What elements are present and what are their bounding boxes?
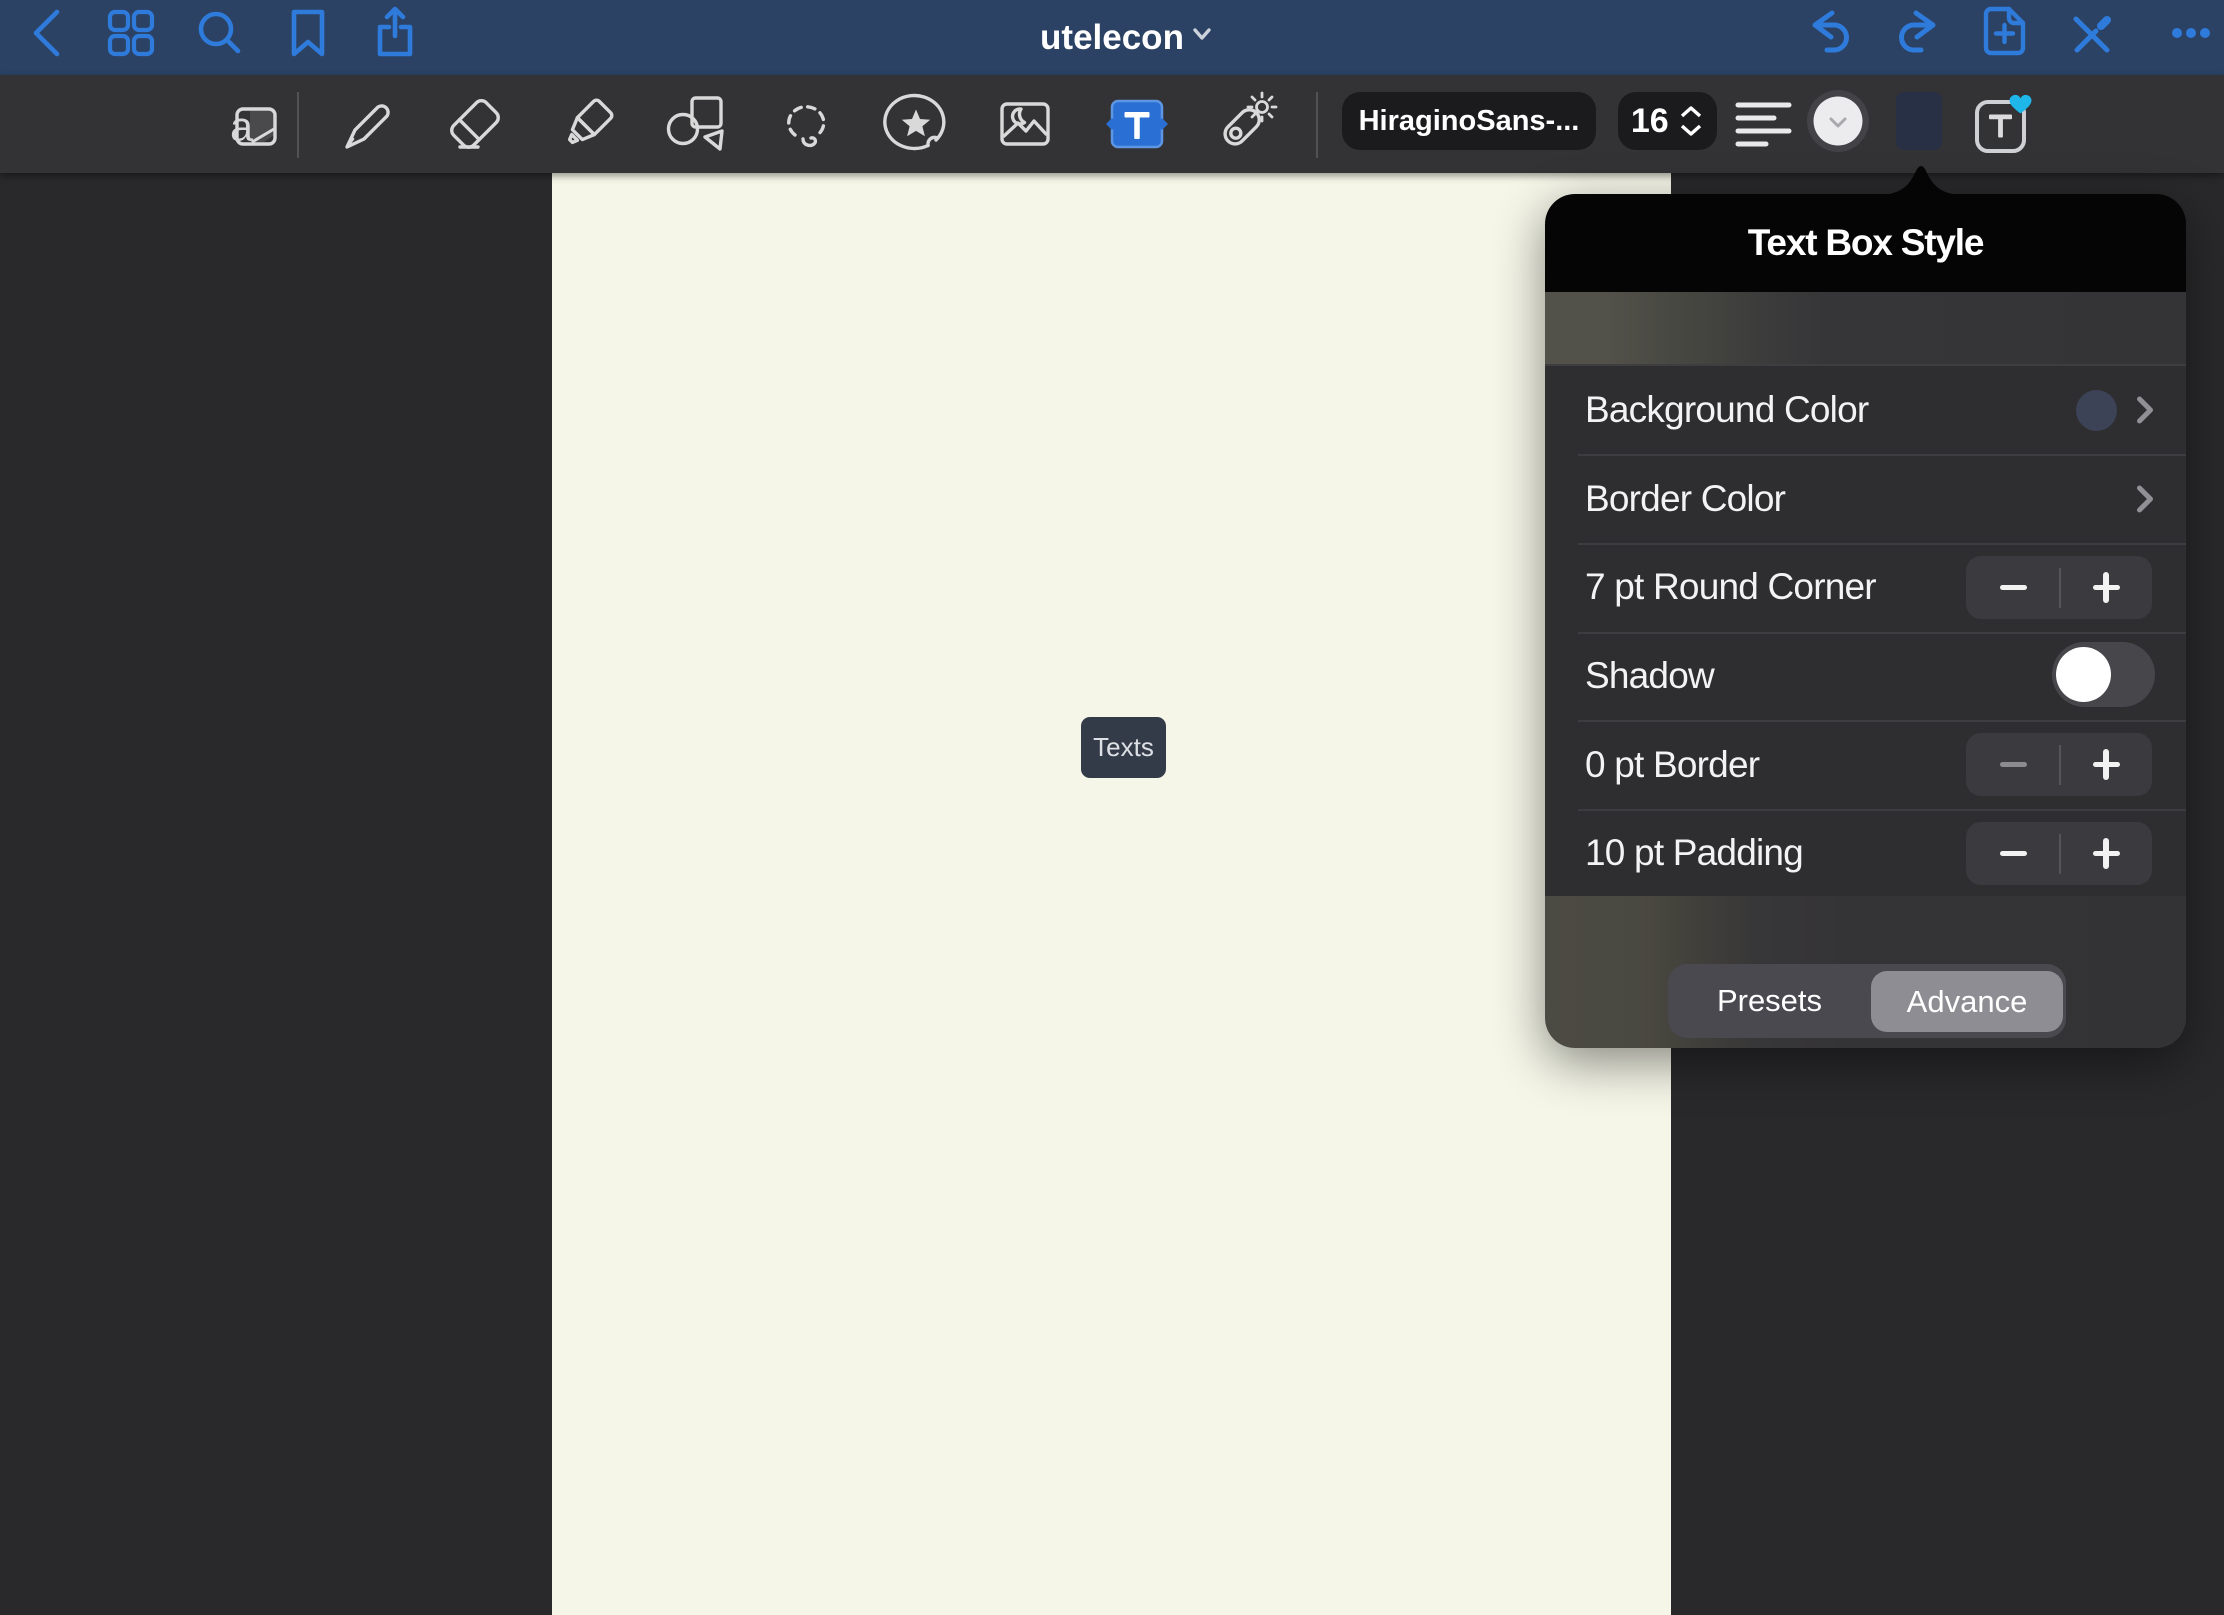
svg-text:a: a <box>230 104 253 150</box>
